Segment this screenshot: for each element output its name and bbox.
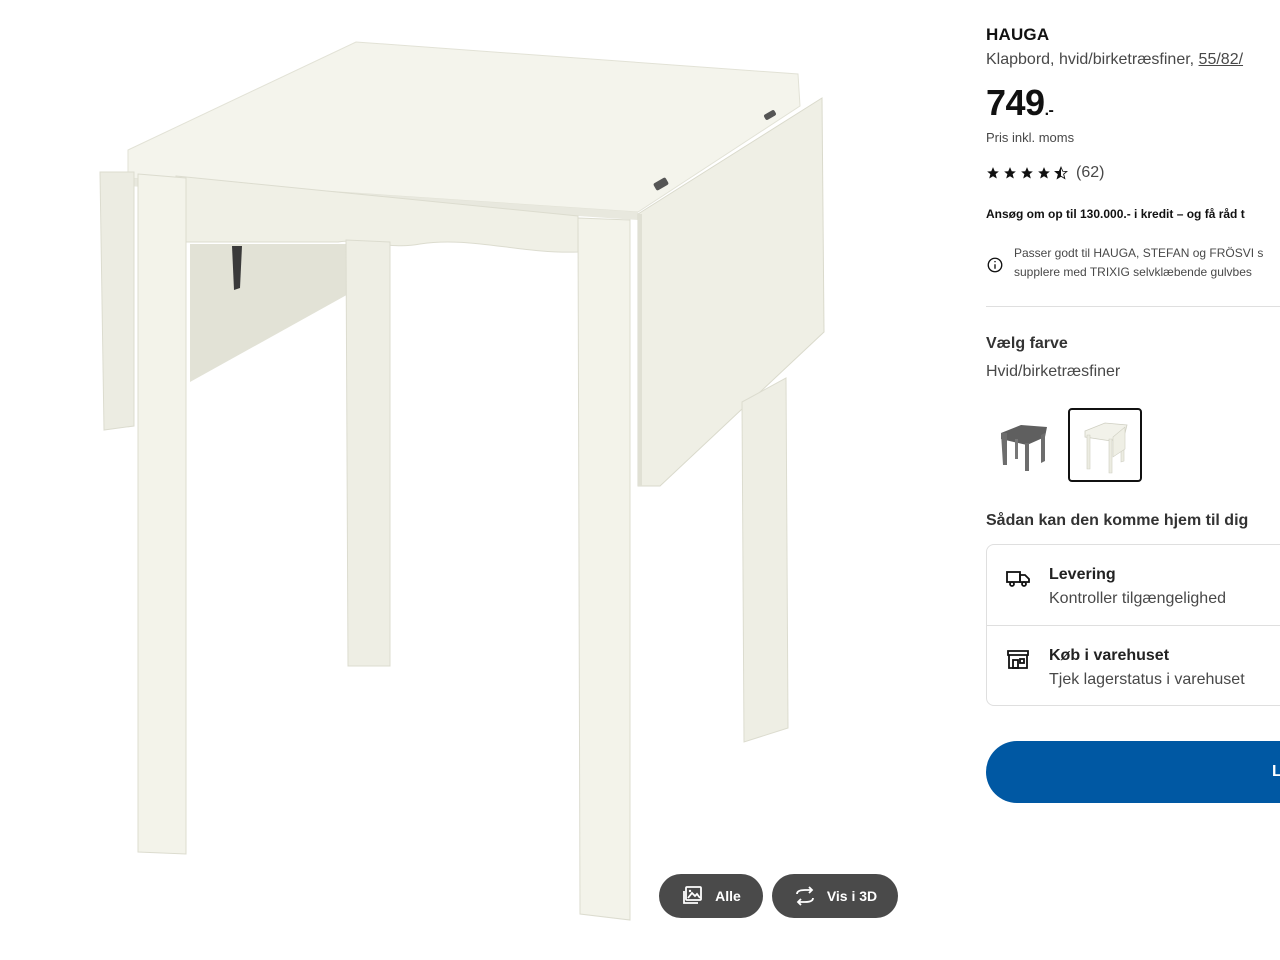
add-to-cart-button[interactable]: L: [986, 741, 1280, 803]
compatibility-line-2: supplere med TRIXIG selvklæbende gulvbes: [1014, 265, 1252, 279]
product-description: Klapbord, hvid/birketræsfiner, 55/82/: [986, 51, 1243, 69]
view-in-3d-button[interactable]: Vis i 3D: [772, 874, 898, 918]
color-option-grey[interactable]: [986, 408, 1060, 482]
price-main: 749: [986, 82, 1045, 123]
store-subtitle: Tjek lagerstatus i varehuset: [1049, 671, 1245, 688]
star-rating: [986, 166, 1068, 180]
rating-reviews-link[interactable]: (62): [986, 164, 1104, 182]
review-count: (62): [1076, 164, 1105, 181]
selected-color: Hvid/birketræsfiner: [986, 363, 1121, 380]
delivery-title: Levering: [1049, 566, 1116, 583]
product-gallery: Alle Vis i 3D: [0, 0, 960, 960]
product-measure-link[interactable]: 55/82/: [1199, 51, 1243, 68]
show-all-images-button[interactable]: Alle: [659, 874, 763, 918]
compatibility-text: Passer godt til HAUGA, STEFAN og FRÖSVI …: [1014, 244, 1263, 282]
delivery-option-store[interactable]: Køb i varehuset Tjek lagerstatus i vareh…: [987, 625, 1280, 705]
delivery-options: Levering Kontroller tilgængelighed Køb i…: [986, 544, 1280, 706]
delivery-option-home[interactable]: Levering Kontroller tilgængelighed: [987, 545, 1280, 625]
price-suffix: .-: [1044, 102, 1054, 119]
rotate-3d-icon: [795, 886, 814, 906]
store-icon: [1007, 650, 1029, 669]
product-info-panel: HAUGA Klapbord, hvid/birketræsfiner, 55/…: [986, 0, 1280, 960]
store-title: Køb i varehuset: [1049, 647, 1170, 664]
star-icon: [1004, 167, 1016, 179]
gallery-icon: [683, 886, 703, 904]
truck-icon: [1006, 571, 1030, 587]
product-price: 749.-: [986, 82, 1054, 124]
white-table-thumbnail: [1084, 422, 1128, 474]
section-divider: [986, 306, 1280, 307]
product-name: HAUGA: [986, 25, 1050, 44]
grey-table-thumbnail: [1001, 425, 1047, 471]
star-icon: [1021, 167, 1033, 179]
delivery-subtitle: Kontroller tilgængelighed: [1049, 590, 1226, 607]
add-to-cart-label: L: [1272, 763, 1280, 780]
info-icon: [987, 257, 1003, 273]
color-heading: Vælg farve: [986, 335, 1068, 352]
star-icon: [1038, 167, 1050, 179]
view-in-3d-label: Vis i 3D: [826, 888, 878, 904]
star-icon: [987, 167, 999, 179]
compatibility-note: Passer godt til HAUGA, STEFAN og FRÖSVI …: [986, 244, 1263, 282]
vat-note: Pris inkl. moms: [986, 130, 1075, 145]
credit-offer-link[interactable]: Ansøg om op til 130.000.- i kredit – og …: [986, 207, 1245, 221]
color-option-white-selected[interactable]: [1068, 408, 1142, 482]
delivery-heading: Sådan kan den komme hjem til dig: [986, 512, 1249, 529]
show-all-label: Alle: [715, 888, 741, 904]
product-image-drop-leaf-table[interactable]: [90, 30, 850, 930]
compatibility-line-1: Passer godt til HAUGA, STEFAN og FRÖSVI …: [1014, 246, 1264, 260]
product-type-text: Klapbord, hvid/birketræsfiner,: [986, 51, 1199, 68]
half-star-icon: [1054, 166, 1068, 180]
